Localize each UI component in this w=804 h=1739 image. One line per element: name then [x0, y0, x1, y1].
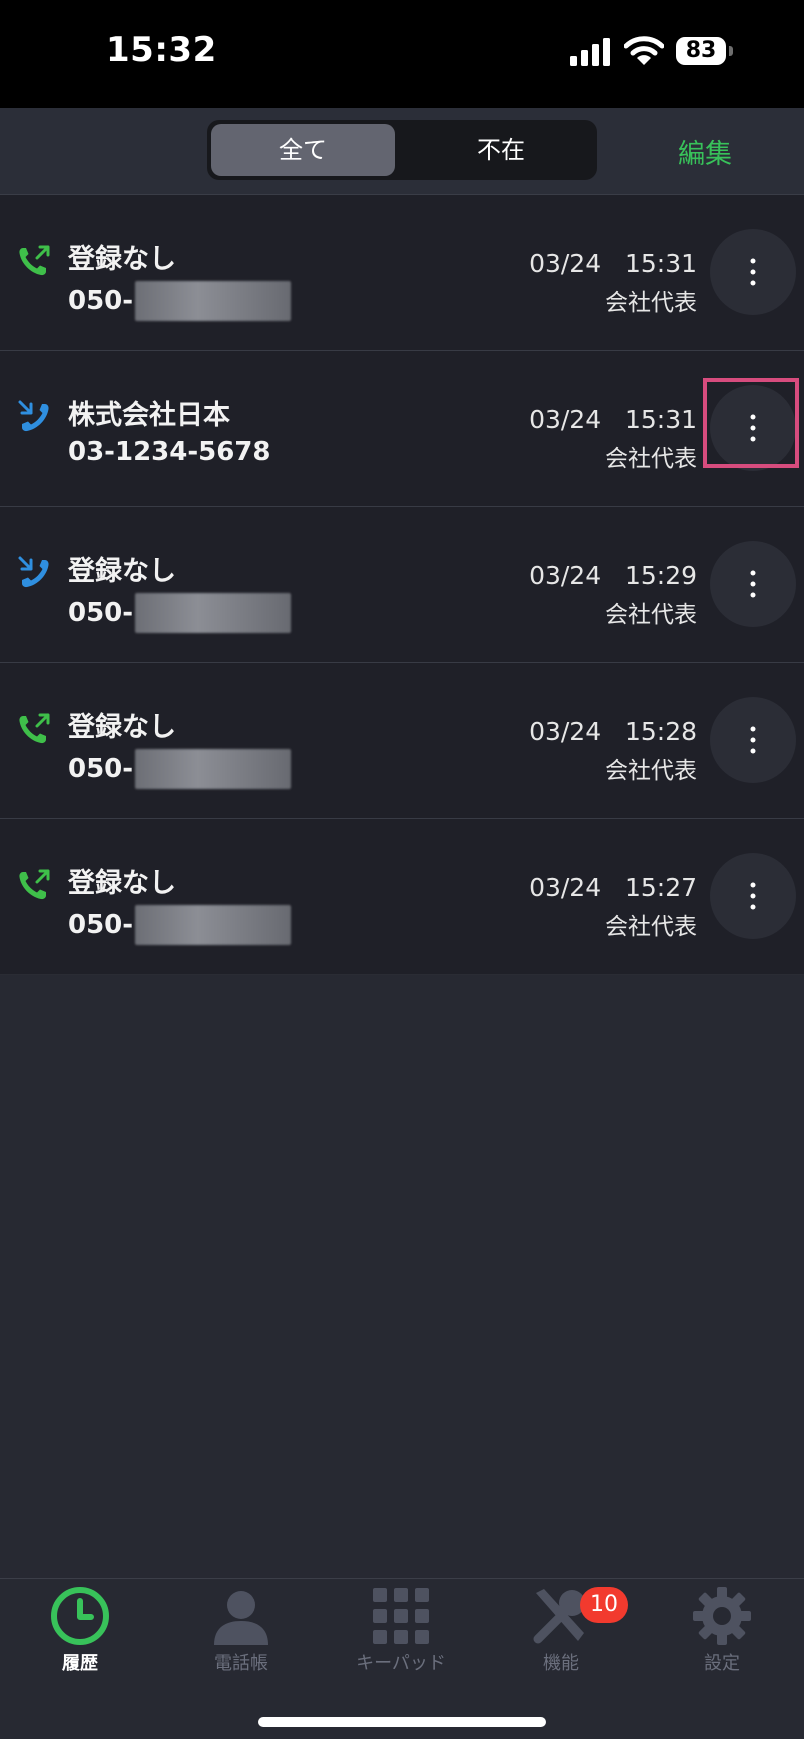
tab-label: 機能: [543, 1653, 579, 1674]
caller-number: 03-1234-5678: [68, 437, 271, 467]
caller-number: 050-: [68, 749, 292, 789]
more-options-button[interactable]: [710, 385, 796, 471]
home-indicator: [258, 1717, 546, 1727]
call-row[interactable]: 登録なし 050- 03/24 15:29 会社代表: [0, 507, 804, 663]
outgoing-call-icon: [19, 869, 50, 900]
battery-level: 83: [676, 37, 726, 65]
call-datetime: 03/24 15:31: [529, 249, 697, 278]
caller-name: 株式会社日本: [68, 400, 230, 431]
redacted-number: [135, 281, 292, 321]
status-bar: 15:32 83: [0, 0, 804, 108]
cellular-signal-icon: [570, 38, 610, 66]
person-icon: [214, 1591, 268, 1645]
tab-label: 履歴: [62, 1653, 98, 1674]
bottom-tab-bar: 履歴 電話帳 キーパッド 機能 10 設定: [0, 1578, 804, 1739]
battery-nub: [729, 46, 733, 56]
more-vertical-icon: [750, 258, 756, 286]
number-full: 03-1234-5678: [68, 437, 271, 467]
line-label: 会社代表: [605, 758, 697, 784]
more-options-button[interactable]: [710, 853, 796, 939]
keypad-icon: [373, 1588, 429, 1644]
caller-number: 050-: [68, 281, 292, 321]
tab-phonebook[interactable]: 電話帳: [171, 1585, 311, 1685]
number-prefix: 050-: [68, 910, 134, 940]
call-date: 03/24: [529, 249, 602, 278]
call-time: 15:28: [624, 717, 697, 746]
caller-name: 登録なし: [68, 868, 176, 899]
edit-button[interactable]: 編集: [678, 132, 732, 171]
call-datetime: 03/24 15:29: [529, 561, 697, 590]
call-date: 03/24: [529, 717, 602, 746]
more-vertical-icon: [750, 882, 756, 910]
call-date: 03/24: [529, 561, 602, 590]
call-datetime: 03/24 15:28: [529, 717, 697, 746]
redacted-number: [135, 593, 292, 633]
more-options-button[interactable]: [710, 697, 796, 783]
line-label: 会社代表: [605, 290, 697, 316]
tab-keypad[interactable]: キーパッド: [331, 1585, 471, 1685]
outgoing-call-icon: [19, 713, 50, 744]
call-row[interactable]: 登録なし 050- 03/24 15:28 会社代表: [0, 663, 804, 819]
number-prefix: 050-: [68, 754, 134, 784]
caller-name: 登録なし: [68, 556, 176, 587]
redacted-number: [135, 749, 292, 789]
tab-label: 電話帳: [214, 1653, 268, 1674]
more-vertical-icon: [750, 726, 756, 754]
redacted-number: [135, 905, 292, 945]
call-time: 15:29: [624, 561, 697, 590]
wifi-icon: [624, 36, 664, 65]
call-date: 03/24: [529, 873, 602, 902]
clock-icon: [51, 1587, 109, 1645]
line-label: 会社代表: [605, 446, 697, 472]
caller-name: 登録なし: [68, 244, 176, 275]
more-options-button[interactable]: [710, 541, 796, 627]
more-vertical-icon: [750, 570, 756, 598]
segment-all[interactable]: 全て: [211, 124, 395, 176]
number-prefix: 050-: [68, 598, 134, 628]
filter-segmented-control: 全て 不在: [207, 120, 597, 180]
call-row[interactable]: 登録なし 050- 03/24 15:31 会社代表: [0, 195, 804, 351]
call-date: 03/24: [529, 405, 602, 434]
call-time: 15:27: [624, 873, 697, 902]
number-prefix: 050-: [68, 286, 134, 316]
header: 全て 不在 編集: [0, 108, 804, 195]
segment-missed[interactable]: 不在: [409, 124, 593, 176]
line-label: 会社代表: [605, 914, 697, 940]
notification-badge: 10: [580, 1587, 628, 1623]
line-label: 会社代表: [605, 602, 697, 628]
more-options-button[interactable]: [710, 229, 796, 315]
tab-label: キーパッド: [356, 1653, 446, 1674]
incoming-call-icon: [18, 556, 49, 588]
outgoing-call-icon: [19, 245, 50, 276]
tab-history[interactable]: 履歴: [10, 1585, 150, 1685]
caller-number: 050-: [68, 905, 292, 945]
call-row[interactable]: 登録なし 050- 03/24 15:27 会社代表: [0, 819, 804, 975]
status-time: 15:32: [106, 30, 217, 70]
incoming-call-icon: [18, 400, 49, 432]
call-datetime: 03/24 15:31: [529, 405, 697, 434]
call-datetime: 03/24 15:27: [529, 873, 697, 902]
call-history-list: 登録なし 050- 03/24 15:31 会社代表 株式会社日本 03-123…: [0, 195, 804, 975]
caller-number: 050-: [68, 593, 292, 633]
caller-name: 登録なし: [68, 712, 176, 743]
tab-label: 設定: [704, 1653, 740, 1674]
call-time: 15:31: [624, 405, 697, 434]
call-row[interactable]: 株式会社日本 03-1234-5678 03/24 15:31 会社代表: [0, 351, 804, 507]
gear-icon: [693, 1587, 751, 1645]
call-time: 15:31: [624, 249, 697, 278]
tab-settings[interactable]: 設定: [652, 1585, 792, 1685]
more-vertical-icon: [750, 414, 756, 442]
